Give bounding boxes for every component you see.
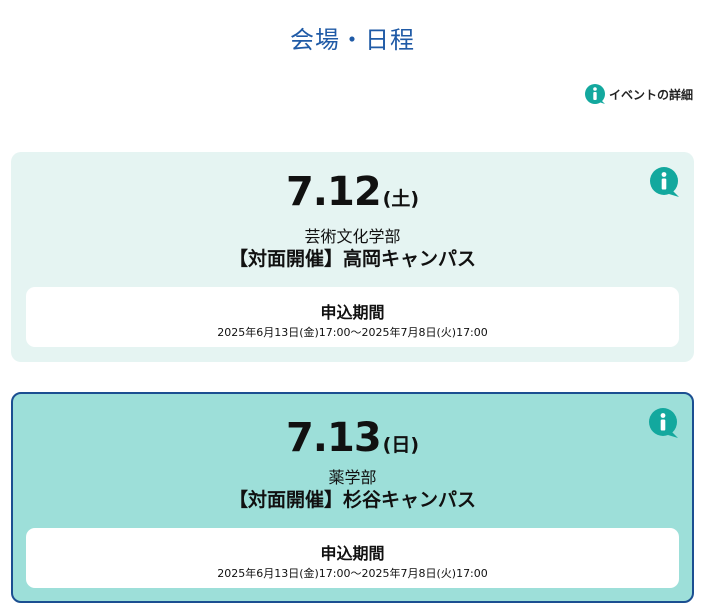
page-title: 会場・日程: [290, 26, 415, 54]
event-card-0712[interactable]: 7.12 (土) 芸術文化学部 【対面開催】高岡キャンパス 申込期間 2025年6…: [11, 152, 694, 362]
venue-name: 【対面開催】高岡キャンパス: [228, 248, 476, 270]
period-label: 申込期間: [320, 544, 385, 563]
application-period-box: 申込期間 2025年6月13日(金)17:00〜2025年7月8日(火)17:0…: [26, 528, 679, 588]
info-icon: [584, 83, 606, 105]
event-date: 7.12 (土): [11, 172, 694, 212]
date-number: 7.13: [285, 415, 382, 461]
event-date: 7.13 (日): [13, 418, 692, 458]
date-number: 7.12: [285, 169, 382, 215]
event-detail-label: イベントの詳細: [608, 87, 693, 102]
application-period-box: 申込期間 2025年6月13日(金)17:00〜2025年7月8日(火)17:0…: [26, 287, 679, 347]
period-range: 2025年6月13日(金)17:00〜2025年7月8日(火)17:00: [217, 567, 488, 580]
event-detail-link[interactable]: イベントの詳細: [584, 83, 693, 105]
date-weekday: (日): [382, 434, 420, 456]
period-label: 申込期間: [320, 303, 385, 322]
date-weekday: (土): [382, 188, 420, 210]
period-range: 2025年6月13日(金)17:00〜2025年7月8日(火)17:00: [217, 326, 488, 339]
venue-name: 【対面開催】杉谷キャンパス: [228, 489, 476, 511]
event-card-0713[interactable]: 7.13 (日) 薬学部 【対面開催】杉谷キャンパス 申込期間 2025年6月13…: [11, 392, 694, 603]
page: 会場・日程 イベントの詳細 7.12 (土) 芸術文化学部 【対面開催】高岡キャ…: [0, 0, 705, 612]
